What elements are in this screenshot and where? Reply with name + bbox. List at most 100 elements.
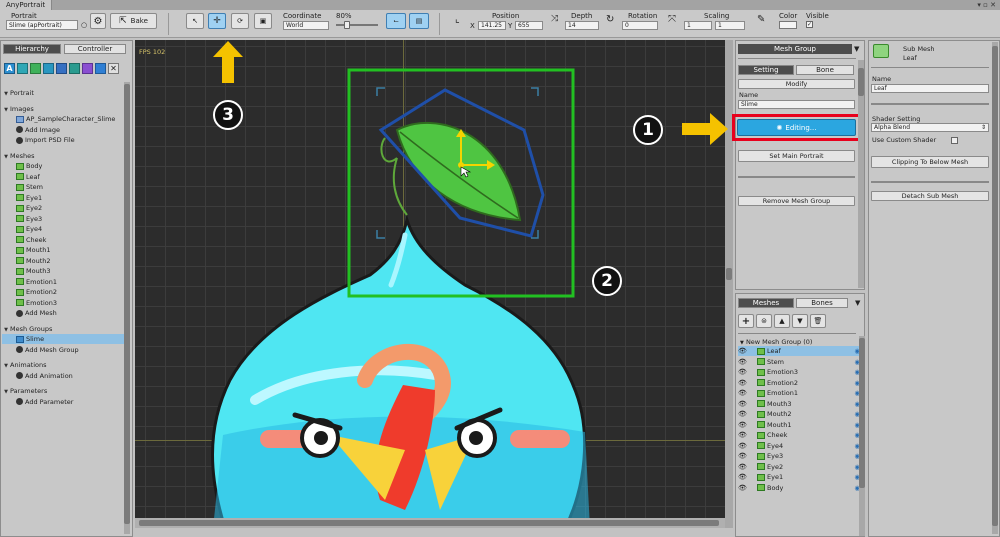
hierarchy-item[interactable]: Emotion2 [2, 287, 125, 297]
zoom-slider-handle[interactable] [344, 21, 350, 29]
filter-controller-icon[interactable] [95, 63, 106, 74]
settings-gear-button[interactable]: ⚙ [90, 13, 106, 29]
mesh-layer-row[interactable]: 👁 Eye2 ◉ [738, 462, 862, 472]
hierarchy-item[interactable]: Emotion3 [2, 298, 125, 308]
color-swatch[interactable] [779, 21, 797, 29]
layer-button[interactable]: ⊜ [756, 314, 772, 328]
hierarchy-item[interactable]: Eye4 [2, 224, 125, 234]
mesh-layer-row[interactable]: 👁 Emotion2 ◉ [738, 378, 862, 388]
remove-mesh-group-button[interactable]: Remove Mesh Group [738, 196, 855, 206]
eye-icon[interactable]: 👁 [738, 483, 747, 493]
mesh-layer-row[interactable]: 👁 Cheek ◉ [738, 430, 862, 440]
hierarchy-item[interactable]: Mouth2 [2, 256, 125, 266]
eye-icon[interactable]: 👁 [738, 357, 747, 367]
hierarchy-item[interactable]: Eye1 [2, 193, 125, 203]
portrait-circle-icon[interactable]: ○ [81, 21, 87, 29]
hierarchy-item[interactable]: Add Mesh [2, 308, 125, 318]
hierarchy-scroll-thumb[interactable] [124, 84, 130, 524]
window-tab[interactable]: AnyPortrait [0, 0, 53, 10]
expand-arrow-icon[interactable]: ▼ [2, 325, 10, 335]
hierarchy-item[interactable]: Eye2 [2, 203, 125, 213]
eye-icon[interactable]: 👁 [738, 399, 747, 409]
hierarchy-item[interactable]: Add Mesh Group [2, 345, 125, 355]
mesh-layer-row[interactable]: 👁 Leaf ◉ [738, 346, 862, 356]
mesh-layer-row[interactable]: 👁 Eye3 ◉ [738, 451, 862, 461]
move-tool-button[interactable]: ✛ [208, 13, 226, 29]
hierarchy-item[interactable]: Stem [2, 182, 125, 192]
hierarchy-item[interactable]: Add Image [2, 125, 125, 135]
eye-icon[interactable]: 👁 [738, 367, 747, 377]
mesh-layer-row[interactable]: 👁 Eye1 ◉ [738, 472, 862, 482]
hierarchy-section[interactable]: ▼ Mesh Groups [2, 324, 125, 334]
filter-all-icon[interactable]: A [4, 63, 15, 74]
canvas-v-scroll-thumb[interactable] [726, 268, 732, 280]
panel-dropdown-icon[interactable]: ▼ [854, 45, 859, 53]
window-controls[interactable]: ▾ ▫ ✕ [977, 1, 996, 9]
hierarchy-item[interactable]: Mouth3 [2, 266, 125, 276]
tab-meshes[interactable]: Meshes [738, 298, 794, 308]
name-field[interactable]: Slime [738, 100, 855, 109]
portrait-select[interactable]: Slime (apPortrait) [6, 20, 78, 30]
mesh-layer-row[interactable]: 👁 Mouth1 ◉ [738, 420, 862, 430]
hierarchy-item[interactable]: Cheek [2, 235, 125, 245]
delete-button[interactable]: 🗑 [810, 314, 826, 328]
hierarchy-item[interactable]: Leaf [2, 172, 125, 182]
add-child-button[interactable]: + [738, 314, 754, 328]
tab-controller[interactable]: Controller [64, 44, 126, 54]
mesh-layer-row[interactable]: 👁 Emotion1 ◉ [738, 388, 862, 398]
eye-icon[interactable]: 👁 [738, 451, 747, 461]
sub-mesh-name-field[interactable]: Leaf [871, 84, 989, 93]
hierarchy-item[interactable]: Import PSD File [2, 135, 125, 145]
mesh-group-scrollbar[interactable] [858, 60, 864, 288]
hierarchy-item[interactable]: Body [2, 161, 125, 171]
pos-x-field[interactable]: 141.25 [478, 21, 506, 30]
pos-y-field[interactable]: 655 [515, 21, 543, 30]
set-main-portrait-button[interactable]: Set Main Portrait [738, 150, 855, 162]
eye-icon[interactable]: 👁 [738, 441, 747, 451]
scale-y-field[interactable]: 1 [715, 21, 745, 30]
expand-arrow-icon[interactable]: ▼ [2, 361, 10, 371]
eye-icon[interactable]: 👁 [738, 462, 747, 472]
tab-hierarchy[interactable]: Hierarchy [3, 44, 61, 54]
hierarchy-item[interactable]: Mouth1 [2, 245, 125, 255]
tab-bone[interactable]: Bone [796, 65, 854, 75]
scale-x-field[interactable]: 1 [684, 21, 712, 30]
hierarchy-section[interactable]: ▼ Images [2, 104, 125, 114]
mesh-group-scroll-thumb[interactable] [858, 68, 864, 96]
editing-button[interactable]: ✺ Editing... [737, 119, 856, 136]
clipping-to-below-button[interactable]: Clipping To Below Mesh [871, 156, 989, 168]
detach-sub-mesh-button[interactable]: Detach Sub Mesh [871, 191, 989, 201]
tab-bones[interactable]: Bones [796, 298, 848, 308]
filter-clear-icon[interactable]: ✕ [108, 63, 119, 74]
mesh-layer-row[interactable]: 👁 Mouth3 ◉ [738, 399, 862, 409]
filter-image-icon[interactable] [30, 63, 41, 74]
visible-checkbox[interactable]: ✓ [806, 21, 813, 28]
hierarchy-item[interactable]: Eye3 [2, 214, 125, 224]
modify-button[interactable]: Modify [738, 79, 855, 89]
hierarchy-item[interactable]: Add Parameter [2, 397, 125, 407]
eye-icon[interactable]: 👁 [738, 388, 747, 398]
hierarchy-section[interactable]: ▼ Parameters [2, 386, 125, 396]
tab-setting[interactable]: Setting [738, 65, 794, 75]
mesh-layer-row[interactable]: 👁 Stem ◉ [738, 357, 862, 367]
depth-field[interactable]: 14 [565, 21, 599, 30]
eye-icon[interactable]: 👁 [738, 409, 747, 419]
eye-icon[interactable]: 👁 [738, 472, 747, 482]
eye-icon[interactable]: 👁 [738, 346, 747, 356]
filter-animation-icon[interactable] [69, 63, 80, 74]
hierarchy-item[interactable]: Add Animation [2, 371, 125, 381]
expand-arrow-icon[interactable]: ▼ [2, 387, 10, 397]
eye-icon[interactable]: 👁 [738, 378, 747, 388]
filter-mesh-icon[interactable] [43, 63, 54, 74]
hierarchy-section[interactable]: ▼ Portrait [2, 88, 125, 98]
move-down-button[interactable]: ▼ [792, 314, 808, 328]
rotate-tool-button[interactable]: ⟳ [231, 13, 249, 29]
zoom-slider[interactable] [336, 24, 378, 26]
custom-shader-checkbox[interactable] [951, 137, 958, 144]
hierarchy-item[interactable]: Emotion1 [2, 277, 125, 287]
eye-icon[interactable]: 👁 [738, 420, 747, 430]
eye-icon[interactable]: 👁 [738, 430, 747, 440]
sub-mesh-scrollbar[interactable] [992, 42, 998, 534]
meshes-scroll-thumb[interactable] [859, 338, 865, 488]
canvas-h-scrollbar[interactable] [135, 518, 725, 528]
